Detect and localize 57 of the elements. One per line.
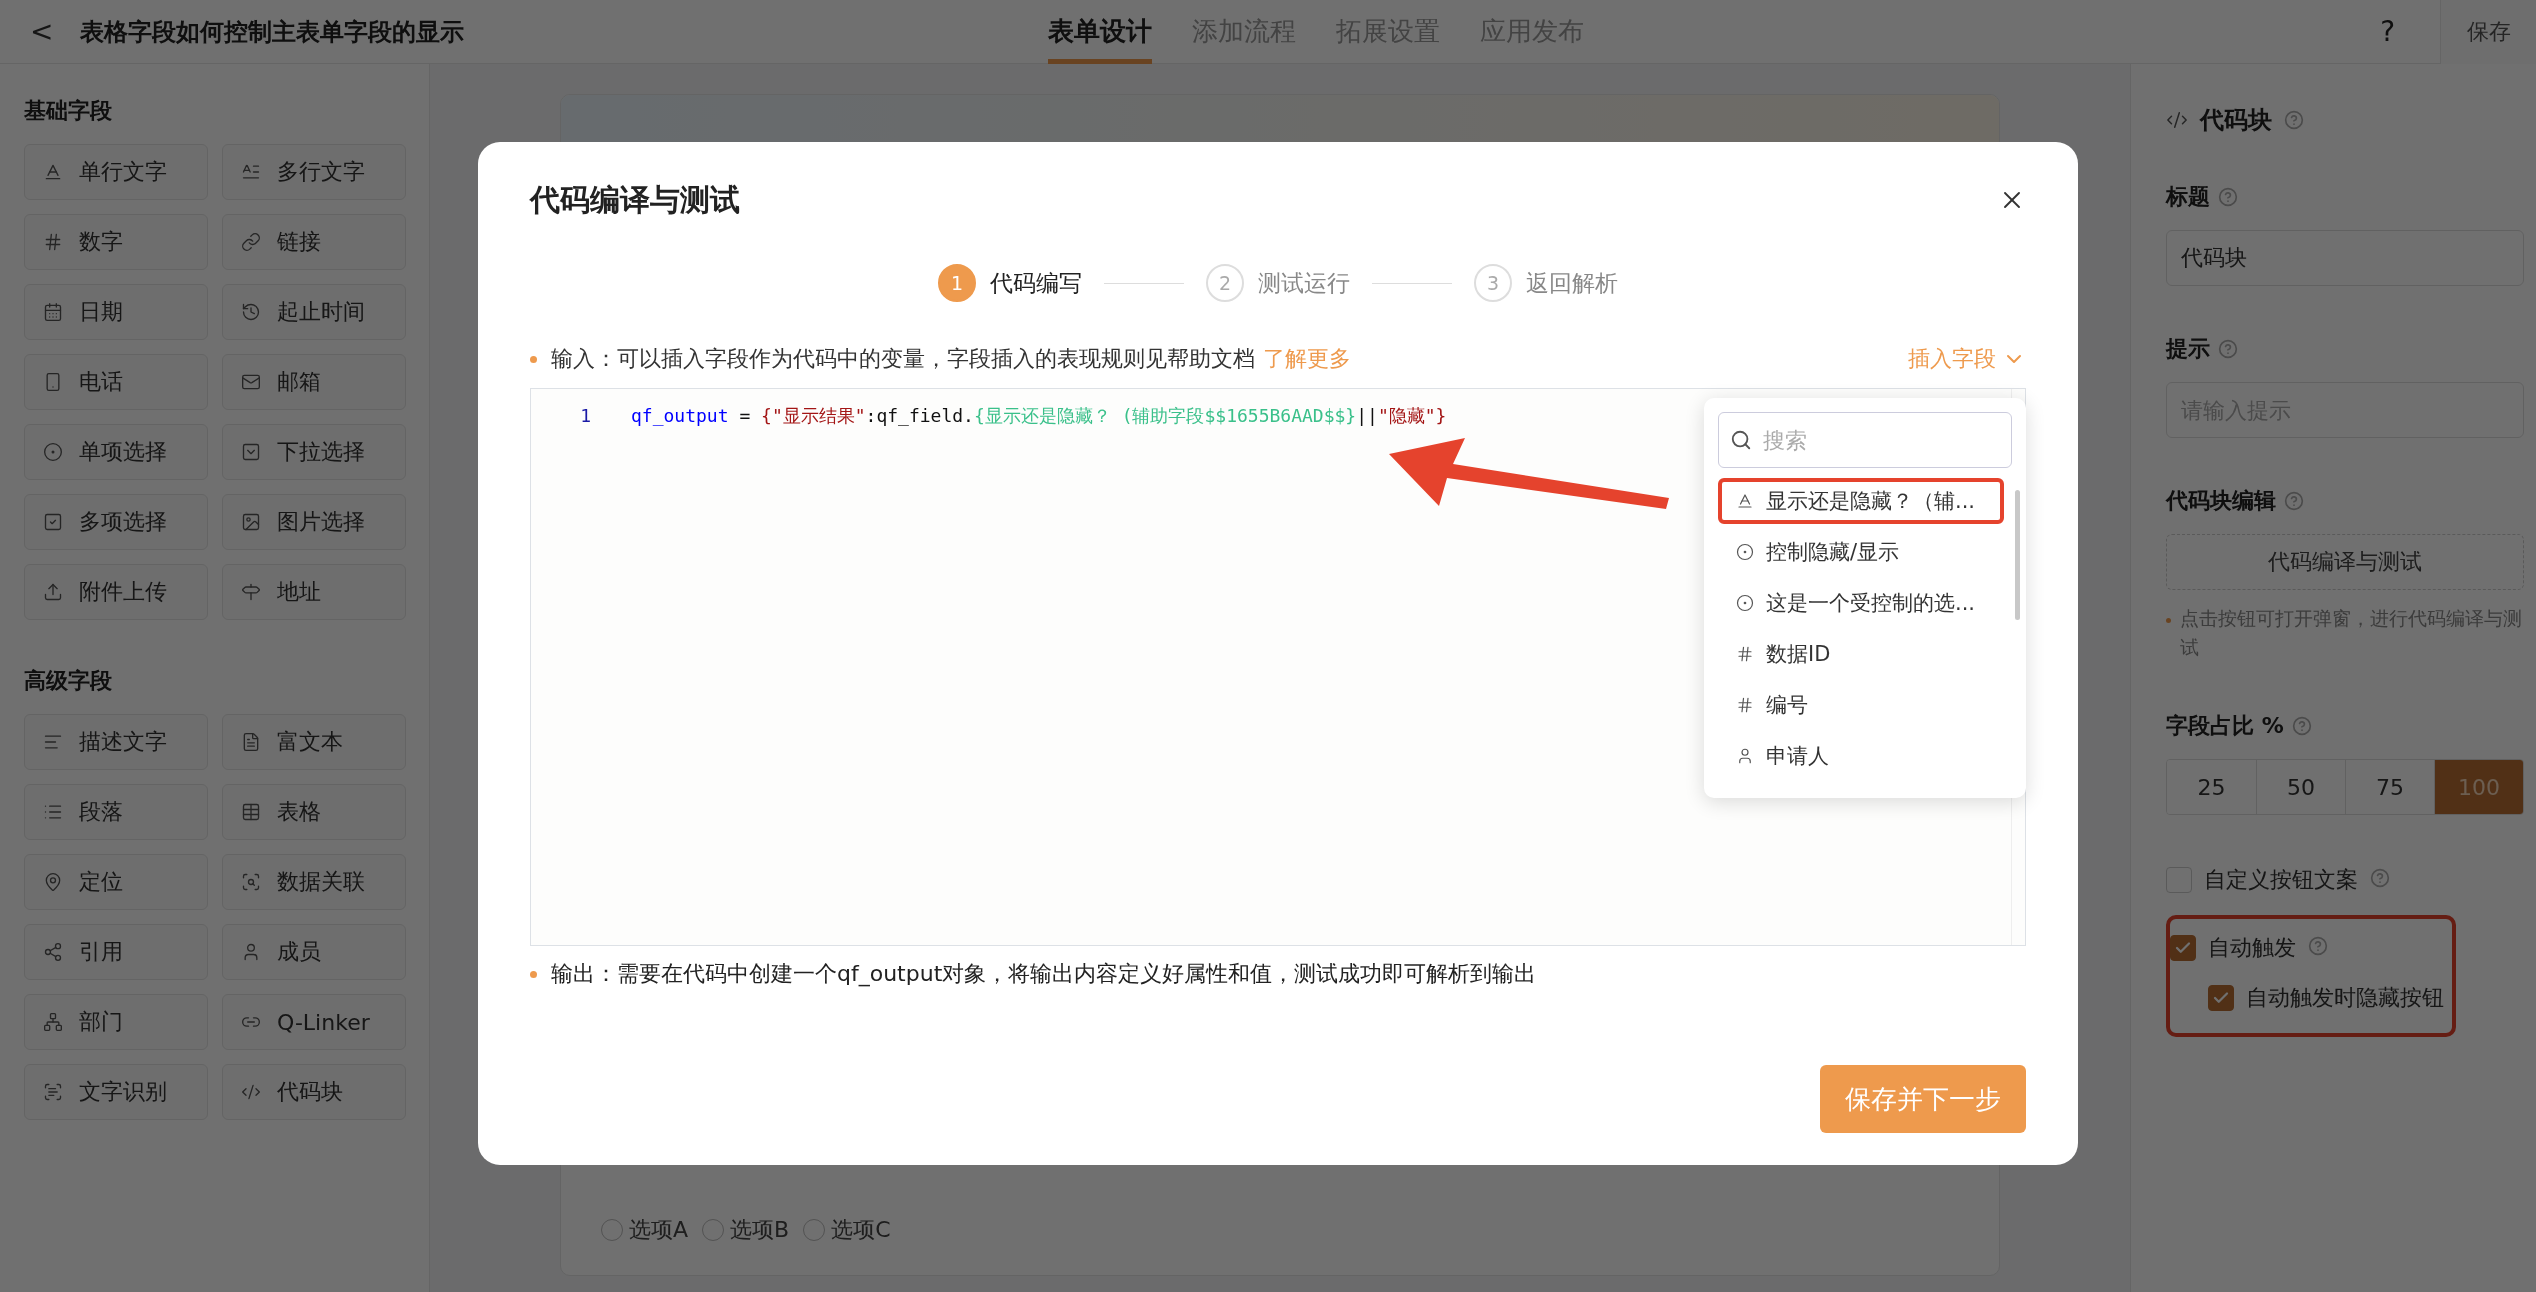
field-label: 数字 <box>79 228 123 256</box>
panel-title: 代码块 <box>2200 105 2272 136</box>
field-label: 代码块 <box>277 1078 343 1106</box>
line-number: 1 <box>579 404 592 428</box>
field-label: 图片选择 <box>277 508 365 536</box>
dialog-title: 代码编译与测试 <box>530 180 740 219</box>
checkbox-label: 自定义按钮文案 <box>2204 866 2358 894</box>
menu-item-label: 申请人 <box>1766 743 1829 770</box>
step-label: 代码编写 <box>990 268 1082 298</box>
field-label: 起止时间 <box>277 298 365 326</box>
field-label: 多项选择 <box>79 508 167 536</box>
field-label: Q-Linker <box>277 1009 370 1035</box>
step-number: 3 <box>1474 264 1512 302</box>
menu-item-label: 控制隐藏/显示 <box>1766 539 1900 566</box>
field-label: 单项选择 <box>79 438 167 466</box>
radio-label: 选项B <box>730 1216 790 1244</box>
field-label: 字段占比 % <box>2166 712 2284 740</box>
field-label: 表格 <box>277 798 321 826</box>
field-label: 定位 <box>79 868 123 896</box>
field-label: 数据关联 <box>277 868 365 896</box>
field-label: 部门 <box>79 1008 123 1036</box>
field-label: 富文本 <box>277 728 343 756</box>
menu-item-label: 这是一个受控制的选... <box>1766 590 1976 617</box>
radio-label: 选项A <box>629 1216 689 1244</box>
field-label: 段落 <box>79 798 123 826</box>
step-label: 返回解析 <box>1526 268 1618 298</box>
menu-item-label: 显示还是隐藏？（辅... <box>1766 488 1976 515</box>
field-label: 文字识别 <box>79 1078 167 1106</box>
code-line: qf_output = {"显示结果":qf_field.{显示还是隐藏？ (辅助字段$$1655B6AAD$$}||"隐藏"} <box>631 404 1447 428</box>
page-title: 表格字段如何控制主表单字段的显示 <box>80 16 465 48</box>
field-label: 多行文字 <box>277 158 365 186</box>
field-label: 地址 <box>277 578 321 606</box>
field-label: 成员 <box>277 938 321 966</box>
menu-item-label: 数据ID <box>1766 641 1831 668</box>
checkbox-label: 自动触发时隐藏按钮 <box>2246 984 2444 1012</box>
field-label: 链接 <box>277 228 321 256</box>
field-label: 下拉选择 <box>277 438 365 466</box>
input-hint: 输入：可以插入字段作为代码中的变量，字段插入的表现规则见帮助文档 <box>551 345 1255 373</box>
menu-item-label: 编号 <box>1766 692 1808 719</box>
field-label: 引用 <box>79 938 123 966</box>
field-label: 代码块编辑 <box>2166 487 2276 515</box>
field-label: 描述文字 <box>79 728 167 756</box>
field-label: 日期 <box>79 298 123 326</box>
section-title: 高级字段 <box>24 667 113 695</box>
field-label: 电话 <box>79 368 123 396</box>
field-label: 标题 <box>2166 183 2210 211</box>
field-label: 提示 <box>2166 335 2210 363</box>
field-label: 附件上传 <box>79 578 167 606</box>
step-label: 测试运行 <box>1258 268 1350 298</box>
step-number: 1 <box>938 264 976 302</box>
checkbox-label: 自动触发 <box>2208 934 2296 962</box>
section-title: 基础字段 <box>24 97 113 125</box>
radio-label: 选项C <box>831 1216 891 1244</box>
field-label: 单行文字 <box>79 158 167 186</box>
step-number: 2 <box>1206 264 1244 302</box>
field-label: 邮箱 <box>277 368 321 396</box>
output-hint: 输出：需要在代码中创建一个qf_output对象，将输出内容定义好属性和值，测试成功即可解析到输出 <box>551 960 1537 989</box>
